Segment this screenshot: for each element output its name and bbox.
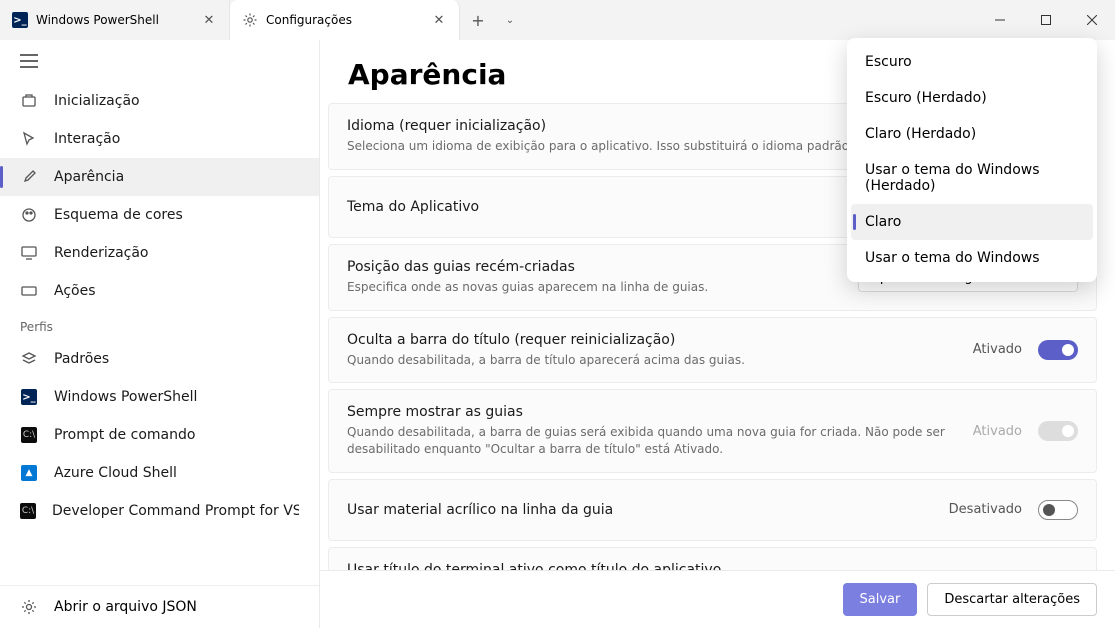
sidebar-item-label: Esquema de cores	[54, 207, 183, 223]
setting-active-title[interactable]: Usar título do terminal ativo como títul…	[328, 547, 1097, 570]
close-icon[interactable]: ✕	[431, 12, 447, 28]
theme-option-windows-legacy[interactable]: Usar o tema do Windows (Herdado)	[851, 152, 1093, 204]
setting-title: Usar material acrílico na linha da guia	[347, 502, 933, 518]
powershell-icon: >_	[12, 12, 28, 28]
toggle-state: Ativado	[973, 424, 1022, 439]
keyboard-icon	[20, 282, 38, 300]
sidebar-item-interaction[interactable]: Interação	[0, 120, 319, 158]
gear-icon	[20, 598, 38, 616]
cmd-icon: C:\	[20, 426, 38, 444]
sidebar-item-label: Inicialização	[54, 93, 140, 109]
sidebar-item-colorschemes[interactable]: Esquema de cores	[0, 196, 319, 234]
sidebar-profile-defaults[interactable]: Padrões	[0, 340, 319, 378]
layers-icon	[20, 350, 38, 368]
setting-always-show-tabs: Sempre mostrar as guias Quando desabilit…	[328, 389, 1097, 473]
minimize-button[interactable]	[977, 0, 1023, 40]
cmd-icon: C:\	[20, 502, 36, 520]
tab-label: Configurações	[266, 13, 423, 27]
sidebar-profile-cmd[interactable]: C:\ Prompt de comando	[0, 416, 319, 454]
tab-powershell[interactable]: >_ Windows PowerShell ✕	[0, 0, 230, 40]
azure-icon: ▲	[20, 464, 38, 482]
theme-option-light[interactable]: Claro	[851, 204, 1093, 240]
footer-bar: Salvar Descartar alterações	[320, 570, 1115, 628]
tab-dropdown-button[interactable]: ⌄	[496, 0, 524, 40]
sidebar-item-label: Prompt de comando	[54, 427, 195, 443]
toggle-state: Ativado	[973, 342, 1022, 357]
save-button[interactable]: Salvar	[843, 583, 918, 616]
tab-label: Windows PowerShell	[36, 13, 193, 27]
theme-option-light-legacy[interactable]: Claro (Herdado)	[851, 116, 1093, 152]
window-close-button[interactable]	[1069, 0, 1115, 40]
setting-title: Oculta a barra do título (requer reinici…	[347, 332, 957, 348]
setting-title: Sempre mostrar as guias	[347, 404, 957, 420]
discard-button[interactable]: Descartar alterações	[927, 583, 1097, 616]
rocket-icon	[20, 92, 38, 110]
profiles-header: Perfis	[0, 310, 319, 340]
hamburger-button[interactable]	[0, 40, 319, 82]
palette-icon	[20, 206, 38, 224]
theme-option-windows[interactable]: Usar o tema do Windows	[851, 240, 1093, 276]
theme-option-dark[interactable]: Escuro	[851, 44, 1093, 80]
tab-settings[interactable]: Configurações ✕	[230, 0, 460, 40]
sidebar-item-startup[interactable]: Inicialização	[0, 82, 319, 120]
sidebar-profile-devcmd[interactable]: C:\ Developer Command Prompt for VS 2022	[0, 492, 319, 530]
sidebar-item-label: Ações	[54, 283, 96, 299]
sidebar-item-appearance[interactable]: Aparência	[0, 158, 319, 196]
sidebar-item-label: Windows PowerShell	[54, 389, 197, 405]
sidebar: Inicialização Interação Aparência Esquem…	[0, 40, 320, 628]
sidebar-profile-powershell[interactable]: >_ Windows PowerShell	[0, 378, 319, 416]
sidebar-item-label: Interação	[54, 131, 120, 147]
open-json-label: Abrir o arquivo JSON	[54, 599, 197, 615]
cursor-icon	[20, 130, 38, 148]
always-show-tabs-toggle	[1038, 421, 1078, 441]
sidebar-item-label: Developer Command Prompt for VS 2022	[52, 503, 299, 519]
monitor-icon	[20, 244, 38, 262]
maximize-button[interactable]	[1023, 0, 1069, 40]
hide-titlebar-toggle[interactable]	[1038, 340, 1078, 360]
powershell-icon: >_	[20, 388, 38, 406]
sidebar-item-actions[interactable]: Ações	[0, 272, 319, 310]
sidebar-item-rendering[interactable]: Renderização	[0, 234, 319, 272]
setting-acrylic[interactable]: Usar material acrílico na linha da guia …	[328, 479, 1097, 541]
acrylic-toggle[interactable]	[1038, 500, 1078, 520]
setting-title: Posição das guias recém-criadas	[347, 259, 842, 275]
close-icon[interactable]: ✕	[201, 12, 217, 28]
toggle-state: Desativado	[949, 502, 1022, 517]
new-tab-button[interactable]: +	[460, 0, 496, 40]
open-json-button[interactable]: Abrir o arquivo JSON	[0, 585, 319, 628]
theme-dropdown-flyout: Escuro Escuro (Herdado) Claro (Herdado) …	[847, 38, 1097, 282]
sidebar-item-label: Padrões	[54, 351, 109, 367]
sidebar-item-label: Renderização	[54, 245, 149, 261]
setting-hide-titlebar[interactable]: Oculta a barra do título (requer reinici…	[328, 317, 1097, 384]
setting-desc: Quando desabilitada, a barra de título a…	[347, 352, 957, 369]
setting-desc: Especifica onde as novas guias aparecem …	[347, 279, 842, 296]
gear-icon	[242, 12, 258, 28]
setting-title: Usar título do terminal ativo como títul…	[347, 562, 957, 570]
sidebar-item-label: Aparência	[54, 169, 124, 185]
sidebar-item-label: Azure Cloud Shell	[54, 465, 177, 481]
title-bar: >_ Windows PowerShell ✕ Configurações ✕ …	[0, 0, 1115, 40]
setting-desc: Quando desabilitada, a barra de guias se…	[347, 424, 957, 458]
sidebar-profile-azure[interactable]: ▲ Azure Cloud Shell	[0, 454, 319, 492]
theme-option-dark-legacy[interactable]: Escuro (Herdado)	[851, 80, 1093, 116]
brush-icon	[20, 168, 38, 186]
